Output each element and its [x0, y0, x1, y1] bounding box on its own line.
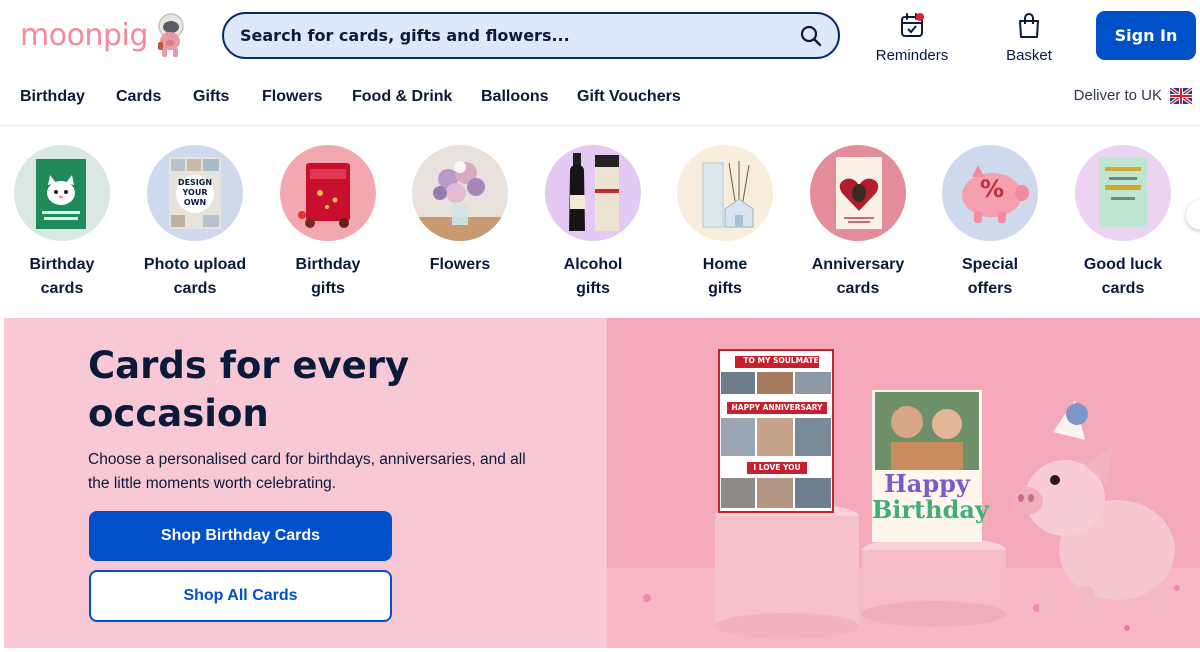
sign-in-button[interactable]: Sign In [1096, 11, 1196, 60]
card-text-happy-birthday: Happy Birthday [872, 469, 989, 524]
site-header: moonpig Search for cards, gifts and flow… [0, 0, 1200, 72]
nav-item-balloons[interactable]: Balloons [481, 88, 549, 106]
category-label-line2: cards [40, 280, 84, 297]
uk-flag-icon [1170, 87, 1192, 104]
category-label: Photo upload cards [144, 253, 246, 301]
category-image [810, 145, 906, 241]
photo-upload-text-line: DESIGN [177, 178, 213, 187]
nav-item-gifts[interactable]: Gifts [193, 88, 229, 106]
category-label: Flowers [430, 253, 490, 277]
search-icon[interactable] [800, 25, 822, 47]
category-label-line2: cards [173, 280, 217, 297]
category-image: DESIGN YOUR OWN [147, 145, 243, 241]
category-label-line1: Anniversary [811, 256, 905, 273]
category-label-line2: cards [836, 280, 880, 297]
category-image [14, 145, 110, 241]
nav-item-cards[interactable]: Cards [116, 88, 161, 106]
category-label-line1: Birthday [29, 256, 95, 273]
card-text-happy: Happy [884, 469, 970, 498]
card-text-i-love-you: I LOVE YOU [753, 463, 801, 472]
nav-item-food-drink[interactable]: Food & Drink [352, 88, 452, 106]
shop-all-cards-button[interactable]: Shop All Cards [89, 570, 392, 622]
percent-symbol: % [980, 175, 1005, 203]
diffuser-thumbnail [702, 161, 754, 228]
category-label: Birthday cards [30, 253, 95, 301]
category-good-luck-cards[interactable]: Good luck cards [1058, 145, 1188, 301]
category-label-line2: offers [967, 280, 1013, 297]
nav-item-gift-vouchers[interactable]: Gift Vouchers [577, 88, 681, 106]
birthday-card-thumbnail [36, 159, 86, 229]
basket-label: Basket [1006, 47, 1052, 64]
category-label-line1: Alcohol [563, 256, 623, 273]
category-label-line2: cards [1101, 280, 1145, 297]
card-text-happy-anniversary: HAPPY ANNIVERSARY [731, 403, 823, 412]
category-label: Home gifts [703, 253, 747, 301]
pig-astronaut-icon [157, 13, 184, 57]
category-birthday-cards[interactable]: Birthday cards [0, 145, 127, 301]
category-carousel: Birthday cards DESIGN YOUR OWN Photo upl… [0, 127, 1200, 315]
category-anniversary-cards[interactable]: Anniversary cards [793, 145, 923, 301]
category-image [1075, 145, 1171, 241]
champagne-thumbnail [569, 153, 619, 231]
deliver-label: Deliver to UK [1073, 87, 1162, 104]
category-label-line2: gifts [311, 280, 345, 297]
category-label-line2: gifts [576, 280, 610, 297]
category-photo-upload-cards[interactable]: DESIGN YOUR OWN Photo upload cards [130, 145, 260, 301]
category-label: Good luck cards [1084, 253, 1162, 301]
category-label-line1: Flowers [429, 256, 491, 273]
category-label: Special offers [962, 253, 1018, 301]
flower-bouquet-thumbnail [412, 161, 508, 241]
search-bar[interactable]: Search for cards, gifts and flowers... [222, 12, 840, 59]
category-label-line1: Birthday [295, 256, 361, 273]
category-label: Birthday gifts [296, 253, 361, 301]
calendar-icon [901, 13, 924, 37]
category-image [280, 145, 376, 241]
nav-item-flowers[interactable]: Flowers [262, 88, 322, 106]
anniversary-card-thumbnail [836, 157, 882, 229]
nav-item-birthday[interactable]: Birthday [20, 88, 85, 106]
hero-text-panel: Cards for every occasion Choose a person… [4, 318, 607, 648]
category-image [545, 145, 641, 241]
category-image [677, 145, 773, 241]
logo-wordmark: moonpig [20, 17, 148, 53]
category-label-line1: Special [961, 256, 1019, 273]
moonpig-logo[interactable]: moonpig [20, 10, 190, 60]
basket-icon [1019, 13, 1039, 38]
category-alcohol-gifts[interactable]: Alcohol gifts [528, 145, 658, 301]
category-label-line2: gifts [708, 280, 742, 297]
category-label-line1: Good luck [1083, 256, 1163, 273]
category-image: % [942, 145, 1038, 241]
card-text-soulmate: TO MY SOULMATE [743, 356, 819, 365]
category-image [412, 145, 508, 241]
hero-image: TO MY SOULMATE HAPPY ANNIVERSARY I LOVE … [607, 318, 1200, 648]
category-label: Alcohol gifts [564, 253, 623, 301]
card-text-birthday: Birthday [872, 495, 989, 524]
carousel-next-button[interactable] [1186, 200, 1200, 230]
category-special-offers[interactable]: % Special offers [925, 145, 1055, 301]
hero-description: Choose a personalised card for birthdays… [88, 451, 526, 492]
category-label-line1: Home [702, 256, 748, 273]
category-flowers[interactable]: Flowers [395, 145, 525, 277]
category-home-gifts[interactable]: Home gifts [660, 145, 790, 301]
reminders-label: Reminders [875, 47, 949, 64]
photo-upload-text-line: OWN [183, 198, 207, 207]
basket-button[interactable]: Basket [984, 12, 1074, 64]
hero-banner: Cards for every occasion Choose a person… [4, 318, 1200, 648]
hero-title: Cards for every occasion [88, 344, 410, 435]
deliver-to-selector[interactable]: Deliver to UK [1074, 87, 1192, 104]
category-birthday-gifts[interactable]: Birthday gifts [263, 145, 393, 301]
main-nav: Birthday Cards Gifts Flowers Food & Drin… [0, 72, 1200, 126]
gift-box-thumbnail [298, 163, 350, 228]
category-label-line1: Photo upload [143, 256, 247, 273]
photo-upload-text-line: YOUR [182, 188, 208, 197]
category-label: Anniversary cards [812, 253, 905, 301]
photo-upload-text: DESIGN YOUR OWN [147, 178, 243, 208]
search-input[interactable]: Search for cards, gifts and flowers... [240, 26, 800, 45]
reminders-button[interactable]: Reminders [867, 12, 957, 64]
good-luck-card-thumbnail [1099, 157, 1147, 227]
shop-birthday-cards-button[interactable]: Shop Birthday Cards [89, 511, 392, 561]
